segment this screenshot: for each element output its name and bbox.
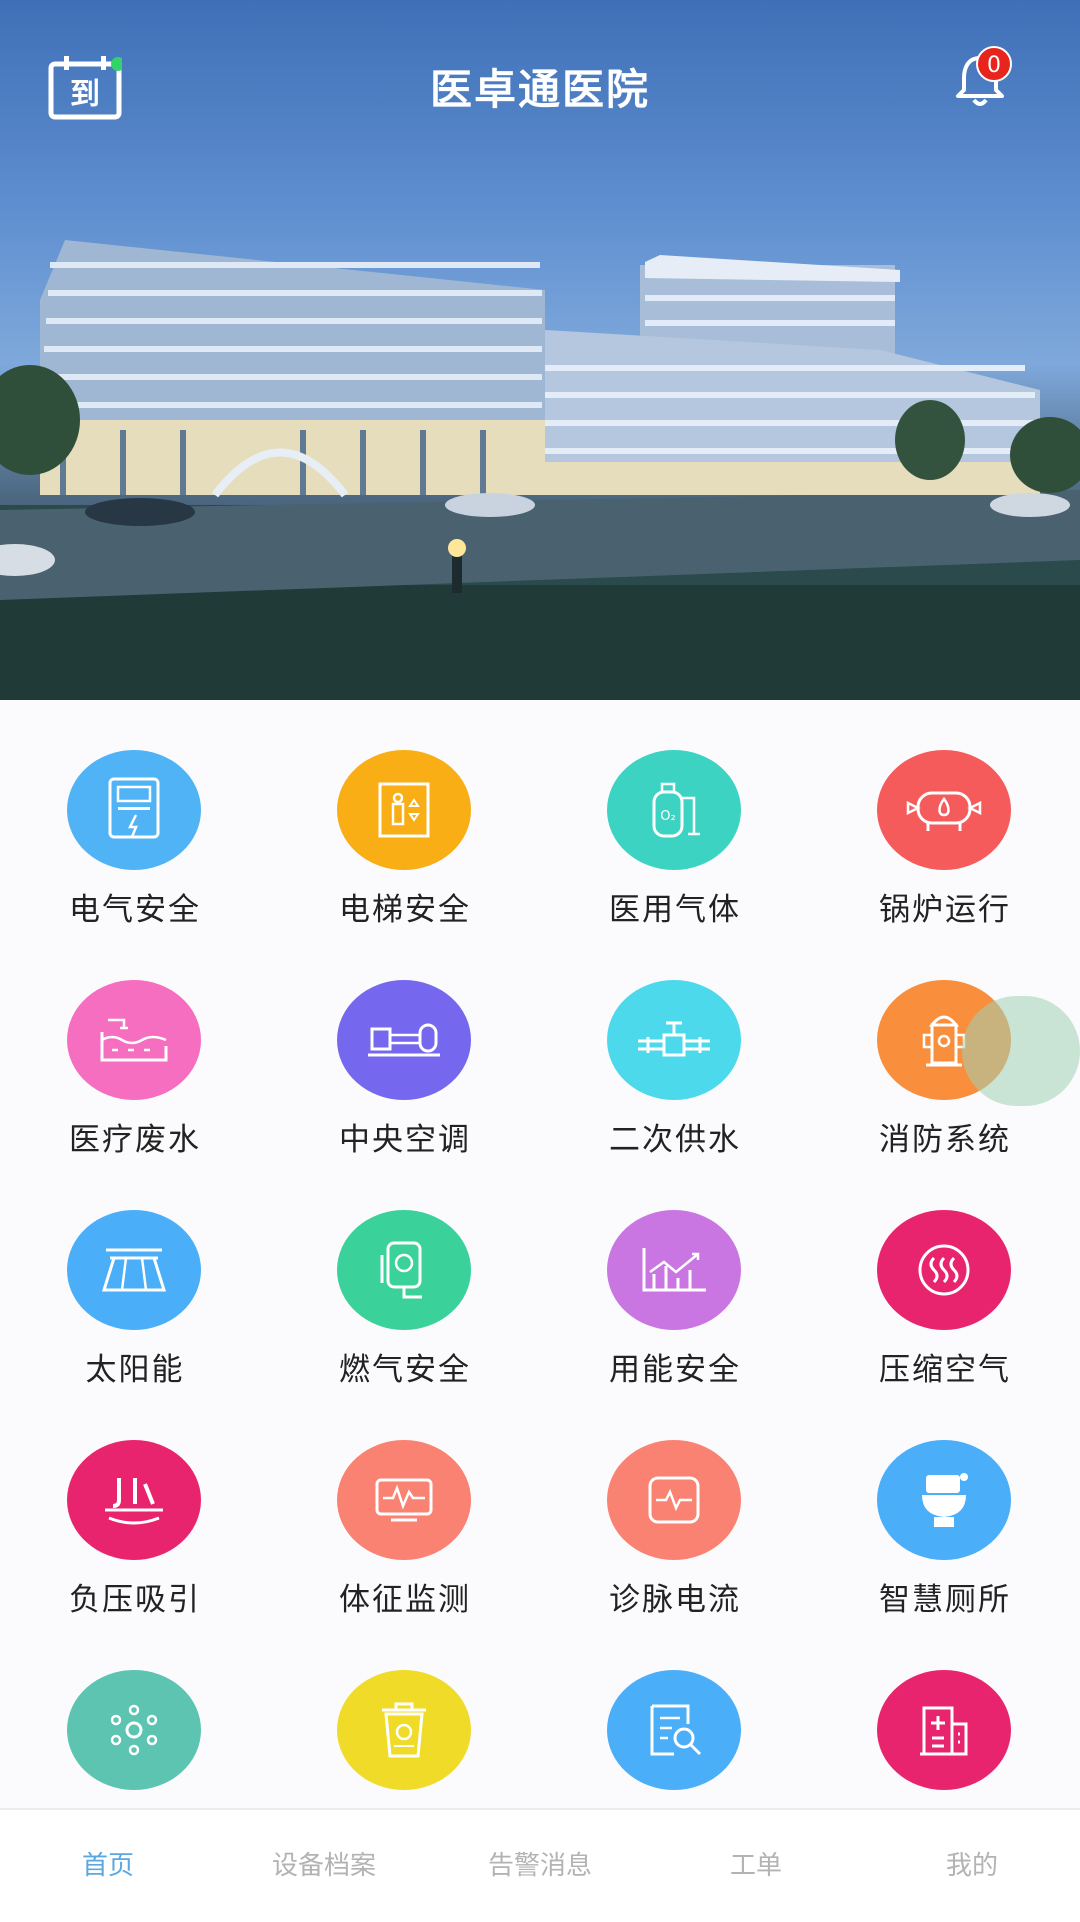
tile-label: 诊脉电流	[609, 1582, 741, 1618]
tile-elevator-safety[interactable]: 电梯安全	[270, 700, 540, 930]
tile-medical-waste[interactable]	[270, 1620, 540, 1808]
tile-label: 锅炉运行	[879, 892, 1011, 928]
tile-document-search[interactable]	[540, 1620, 810, 1808]
elevator-icon	[337, 750, 471, 870]
network-nodes-icon	[67, 1670, 201, 1790]
oxygen-tank-icon: O₂	[607, 750, 741, 870]
tile-energy-safety[interactable]: 用能安全	[540, 1160, 810, 1390]
document-search-icon	[607, 1670, 741, 1790]
tile-label: 太阳能	[85, 1352, 185, 1388]
gas-meter-icon	[337, 1210, 471, 1330]
hero-banner: 到 医卓通医院 0	[0, 0, 1080, 700]
water-pipe-icon	[607, 980, 741, 1100]
tile-secondary-water-supply[interactable]: 二次供水	[540, 930, 810, 1160]
hvac-icon	[337, 980, 471, 1100]
tile-label: 压缩空气	[879, 1352, 1011, 1388]
boiler-icon	[877, 750, 1011, 870]
tile-label: 燃气安全	[339, 1352, 471, 1388]
heat-waves-icon	[877, 1210, 1011, 1330]
energy-chart-icon	[607, 1210, 741, 1330]
vital-monitor-icon	[337, 1440, 471, 1560]
tile-label: 消防系统	[879, 1122, 1011, 1158]
tile-label: 电梯安全	[339, 892, 471, 928]
toilet-icon	[877, 1440, 1011, 1560]
tile-pulse-current[interactable]: 诊脉电流	[540, 1390, 810, 1620]
pulse-icon	[607, 1440, 741, 1560]
tab-home[interactable]: 首页	[0, 1810, 216, 1922]
svg-text:O₂: O₂	[660, 809, 675, 824]
tile-label: 体征监测	[339, 1582, 471, 1618]
tile-boiler-operation[interactable]: 锅炉运行	[810, 700, 1080, 930]
tile-label: 电气安全	[69, 892, 201, 928]
biohazard-bin-icon	[337, 1670, 471, 1790]
solar-panel-icon	[67, 1210, 201, 1330]
tile-negative-pressure-suction[interactable]: 负压吸引	[0, 1390, 270, 1620]
tile-network[interactable]	[0, 1620, 270, 1808]
tab-equipment-records[interactable]: 设备档案	[216, 1810, 432, 1922]
tab-work-orders[interactable]: 工单	[648, 1810, 864, 1922]
tile-solar[interactable]: 太阳能	[0, 1160, 270, 1390]
feature-grid: 电气安全 电梯安全 O₂ 医用气体 锅炉运行 医疗废水 中央空调 二次供水 消防…	[0, 700, 1080, 1808]
tile-label: 二次供水	[609, 1122, 741, 1158]
tile-smart-toilet[interactable]: 智慧厕所	[810, 1390, 1080, 1620]
tile-hospital-building[interactable]	[810, 1620, 1080, 1808]
tile-vital-signs-monitor[interactable]: 体征监测	[270, 1390, 540, 1620]
suction-icon	[67, 1440, 201, 1560]
tile-medical-gas[interactable]: O₂ 医用气体	[540, 700, 810, 930]
tile-electrical-safety[interactable]: 电气安全	[0, 700, 270, 930]
hospital-building-icon	[877, 1670, 1011, 1790]
tile-label: 负压吸引	[69, 1582, 201, 1618]
tile-compressed-air[interactable]: 压缩空气	[810, 1160, 1080, 1390]
tab-alert-messages[interactable]: 告警消息	[432, 1810, 648, 1922]
notification-count-badge: 0	[976, 46, 1012, 82]
tile-label: 用能安全	[609, 1352, 741, 1388]
tile-label: 医用气体	[609, 892, 741, 928]
tile-label: 智慧厕所	[879, 1582, 1011, 1618]
tile-gas-safety[interactable]: 燃气安全	[270, 1160, 540, 1390]
floating-assist-button[interactable]	[962, 996, 1080, 1106]
tab-mine[interactable]: 我的	[864, 1810, 1080, 1922]
tile-medical-wastewater[interactable]: 医疗废水	[0, 930, 270, 1160]
tile-label: 中央空调	[339, 1122, 471, 1158]
tile-label: 医疗废水	[69, 1122, 201, 1158]
wastewater-icon	[67, 980, 201, 1100]
bottom-tab-bar: 首页 设备档案 告警消息 工单 我的	[0, 1808, 1080, 1922]
tile-central-ac[interactable]: 中央空调	[270, 930, 540, 1160]
meter-icon	[67, 750, 201, 870]
page-title: 医卓通医院	[429, 65, 650, 114]
